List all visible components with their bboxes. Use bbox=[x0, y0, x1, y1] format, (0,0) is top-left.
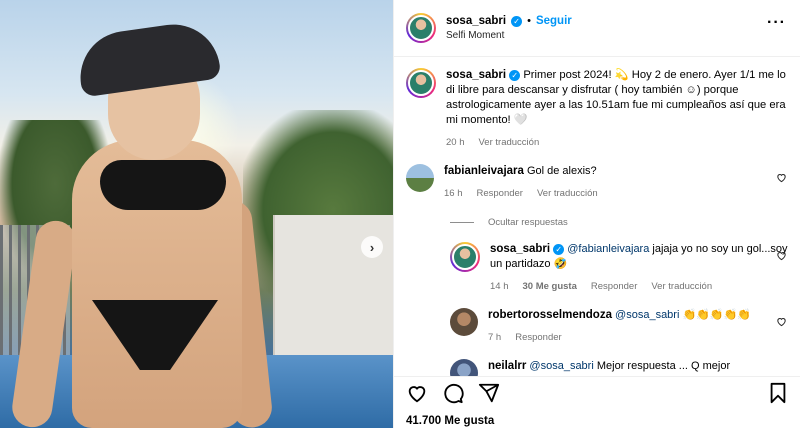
avatar[interactable] bbox=[450, 359, 478, 376]
bookmark-icon[interactable] bbox=[767, 382, 789, 404]
location[interactable]: Selfi Moment bbox=[446, 30, 572, 41]
post-header: sosa_sabri ✓ • Seguir Selfi Moment ··· bbox=[394, 0, 800, 57]
reply: neilalrr @sosa_sabri Mejor respuesta ...… bbox=[450, 359, 789, 376]
reply-username[interactable]: robertorosselmendoza bbox=[488, 309, 612, 321]
comment-meta: 16 h Responder Ver traducción bbox=[444, 186, 764, 201]
timestamp[interactable]: 14 h bbox=[490, 279, 509, 294]
avatar[interactable] bbox=[406, 164, 434, 192]
likes-count[interactable]: 41.700 Me gusta bbox=[406, 415, 789, 427]
heart-icon[interactable] bbox=[776, 250, 787, 261]
bikini-top bbox=[100, 160, 226, 210]
share-icon[interactable] bbox=[478, 382, 500, 404]
more-icon[interactable]: ··· bbox=[767, 14, 786, 32]
post-image[interactable]: › bbox=[0, 0, 393, 428]
hide-replies-label: Ocultar respuestas bbox=[488, 217, 568, 228]
heart-icon[interactable] bbox=[776, 172, 787, 183]
reply-meta: 7 h Responder bbox=[488, 330, 789, 345]
reply-username[interactable]: sosa_sabri bbox=[490, 243, 550, 255]
heart-icon[interactable] bbox=[406, 382, 428, 404]
comment-username[interactable]: fabianleivajara bbox=[444, 165, 524, 177]
username[interactable]: sosa_sabri bbox=[446, 15, 506, 27]
reply-button[interactable]: Responder bbox=[515, 330, 561, 345]
caption-meta: 20 h Ver traducción bbox=[446, 135, 786, 150]
reply-text: Mejor respuesta ... Q mejor bbox=[596, 360, 731, 372]
post-viewer: › sosa_sabri ✓ • Seguir Selfi Moment ··· bbox=[0, 0, 800, 428]
avatar[interactable] bbox=[450, 308, 478, 336]
timestamp[interactable]: 20 h bbox=[446, 135, 465, 150]
caption: sosa_sabri ✓ Primer post 2024! 💫 Hoy 2 d… bbox=[406, 68, 789, 150]
follow-button[interactable]: Seguir bbox=[536, 15, 572, 27]
verified-icon: ✓ bbox=[511, 15, 523, 27]
divider bbox=[450, 222, 474, 223]
mention-link[interactable]: @fabianleivajara bbox=[567, 243, 649, 255]
see-translation-link[interactable]: Ver traducción bbox=[537, 186, 598, 201]
reply-button[interactable]: Responder bbox=[591, 279, 637, 294]
reply: sosa_sabri ✓ @fabianleivajara jajaja yo … bbox=[450, 242, 789, 294]
heart-icon[interactable] bbox=[776, 316, 787, 327]
see-translation-link[interactable]: Ver traducción bbox=[651, 279, 712, 294]
hide-replies-button[interactable]: Ocultar respuestas bbox=[450, 217, 789, 228]
action-bar: 41.700 Me gusta bbox=[394, 376, 800, 428]
verified-icon: ✓ bbox=[553, 244, 565, 255]
header-user: sosa_sabri ✓ • Seguir Selfi Moment bbox=[446, 15, 572, 41]
reply-button[interactable]: Responder bbox=[477, 186, 523, 201]
see-translation-link[interactable]: Ver traducción bbox=[479, 135, 540, 150]
avatar[interactable] bbox=[406, 68, 436, 98]
like-count[interactable]: 30 Me gusta bbox=[523, 279, 577, 294]
comment: fabianleivajara Gol de alexis? 16 h Resp… bbox=[406, 164, 789, 201]
reply: robertorosselmendoza @sosa_sabri 👏👏👏👏👏 7… bbox=[450, 308, 789, 345]
avatar[interactable] bbox=[406, 13, 436, 43]
comment-text: Gol de alexis? bbox=[526, 165, 597, 177]
mention-link[interactable]: @sosa_sabri bbox=[615, 309, 679, 321]
comment-icon[interactable] bbox=[442, 382, 464, 404]
timestamp[interactable]: 7 h bbox=[488, 330, 501, 345]
avatar[interactable] bbox=[450, 242, 480, 272]
reply-username[interactable]: neilalrr bbox=[488, 360, 526, 372]
mention-link[interactable]: @sosa_sabri bbox=[529, 360, 593, 372]
reply-meta: 14 h 30 Me gusta Responder Ver traducció… bbox=[490, 279, 789, 294]
reply-text: 👏👏👏👏👏 bbox=[682, 309, 751, 321]
post-panel: sosa_sabri ✓ • Seguir Selfi Moment ··· s… bbox=[393, 0, 800, 428]
caption-username[interactable]: sosa_sabri bbox=[446, 69, 506, 81]
comments-section[interactable]: sosa_sabri ✓ Primer post 2024! 💫 Hoy 2 d… bbox=[394, 58, 800, 376]
timestamp[interactable]: 16 h bbox=[444, 186, 463, 201]
chevron-right-icon[interactable]: › bbox=[361, 236, 383, 258]
separator-dot: • bbox=[527, 15, 531, 27]
verified-icon: ✓ bbox=[509, 70, 521, 81]
